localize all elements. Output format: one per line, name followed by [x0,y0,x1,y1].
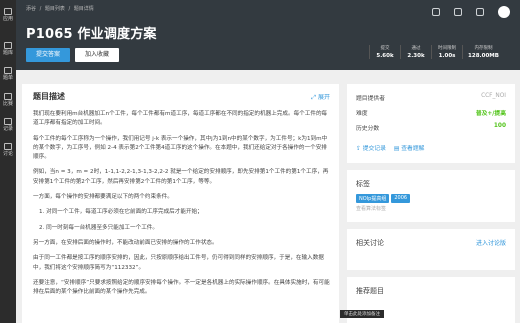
submit-record-label: 提交记录 [362,146,386,152]
stat-memory-limit: 内存限制 128.00MB [462,45,504,59]
breadcrumb: 添谷 / 题目列表 / 题目详情 [26,5,96,12]
page-title: P1065 作业调度方案 [26,27,157,42]
nav-label: 题库 [2,50,13,56]
paragraph: 另一方面，在安排后面的操作时，不能改动前面已安排的操作的工作状态。 [33,239,218,246]
stat-label: 内存限制 [474,46,493,51]
recommend-title: 推荐题目 [356,287,384,295]
provider-link[interactable]: CCF_NOI [481,93,506,102]
info-label: 题目提供者 [356,96,385,102]
avatar[interactable] [498,6,510,18]
expand-icon: ⤢ [311,94,317,101]
mail-icon[interactable] [476,8,484,16]
discussion-title: 相关讨论 [356,239,384,247]
breadcrumb-problem-list[interactable]: 题目列表 [45,6,65,12]
problem-stats: 提交 5.60k 通过 2.30k 时间限制 1.00s 内存限制 128.00… [369,45,504,59]
discussion-icon [4,143,12,150]
view-solution-label: 查看题解 [401,146,425,152]
message-icon[interactable] [454,8,462,16]
show-algorithm-tags[interactable]: 查看算法标签 [356,205,386,212]
problem-library-icon [4,42,12,49]
paragraph: 一方面，每个操作的安排都要满足以下的两个约束条件。 [33,194,173,201]
tag-list: NOIp提高组 2006 [356,194,411,203]
tags-card: 标签 NOIp提高组 2006 查看算法标签 [347,170,515,222]
stat-value: 128.00MB [468,53,499,59]
stat-label: 提交 [380,46,390,51]
problem-description-card: 题目描述 ⤢ 展开 我们现在要利用m台机器加工n个工件，每个工件都有m道工序，每… [22,84,339,323]
info-actions: ⇪ 提交记录 ▤ 查看题解 [356,143,424,152]
expand-button[interactable]: ⤢ 展开 [311,92,330,102]
problem-info-card: 题目提供者 CCF_NOI 难度 普及+/提高 历史分数 100 ⇪ 提交记录 … [347,84,515,163]
stat-time-limit: 时间限制 1.00s [431,45,462,59]
view-solution-link[interactable]: ▤ 查看题解 [394,143,425,152]
nav-item-apps[interactable]: 应用 [0,8,16,22]
difficulty-value: 普及+/提高 [475,111,506,117]
nav-item-contests[interactable]: 比赛 [0,93,16,107]
info-row-score: 历史分数 100 [356,123,506,132]
stat-value: 5.60k [376,53,394,59]
problem-list-icon [4,67,12,74]
info-label: 难度 [356,111,368,117]
book-icon: ▤ [393,146,400,152]
paragraph: 我们现在要利用m台机器加工n个工件，每个工件都有m道工序，每道工序都在不同的指定… [33,111,328,127]
tag[interactable]: NOIp提高组 [356,194,390,203]
nav-label: 题单 [2,75,13,81]
nav-label: 应用 [2,16,13,22]
top-toolbar [432,6,510,18]
stat-value: 1.00s [438,53,456,59]
breadcrumb-sep: / [39,6,42,12]
nav-label: 讨论 [2,151,13,157]
stat-submissions: 提交 5.60k [369,45,400,59]
upload-icon: ⇪ [356,146,361,152]
nav-item-problems[interactable]: 题库 [0,42,16,56]
records-icon [4,118,12,125]
left-sidebar: 应用 题库 题单 比赛 记录 讨论 [0,0,16,323]
discussion-card: 相关讨论 进入讨论版 [347,229,515,270]
add-favorite-button[interactable]: 加入收藏 [75,48,119,62]
stat-accepted: 通过 2.30k [400,45,431,59]
stat-label: 通过 [411,46,421,51]
submit-answer-button[interactable]: 提交答案 [26,48,70,62]
info-row-provider: 题目提供者 CCF_NOI [356,93,506,102]
list-item: 2. 同一时刻每一台机器至多只能加工一个工件。 [39,224,158,231]
contest-icon [4,93,12,100]
paragraph: 每个工件的每个工序称为一个操作，我们用记号 j-k 表示一个操作，其中j为1到n… [33,135,328,161]
paragraph: 还要注意，“安排顺序”只要求按照给定的顺序安排每个操作。不一定是各机器上的实际操… [33,279,330,296]
paragraph: 例如，当n = 3，m = 2时，1-1,1-2,2-1,3-1,3-2,2-2… [33,169,329,185]
paragraph: 由于同一工件都是按工序的顺序安排的，因此，只按原顺序给出工件号，仍可得到同样的安… [33,255,324,271]
breadcrumb-current: 题目详情 [73,6,94,12]
info-row-difficulty: 难度 普及+/提高 [356,108,506,117]
breadcrumb-home[interactable]: 添谷 [26,6,36,12]
nav-label: 比赛 [2,101,13,107]
stat-label: 时间限制 [438,46,456,51]
score-value: 100 [493,123,506,129]
section-heading: 题目描述 [33,92,65,101]
tags-title: 标签 [356,180,370,188]
expand-label: 展开 [317,94,330,101]
stat-value: 2.30k [407,53,425,59]
notification-icon[interactable] [432,8,440,16]
submit-record-link[interactable]: ⇪ 提交记录 [356,143,386,152]
apps-icon [4,8,12,15]
problem-header: 添谷 / 题目列表 / 题目详情 P1065 作业调度方案 提交答案 加入收藏 … [16,0,520,70]
info-label: 历史分数 [356,126,380,132]
nav-label: 记录 [2,126,13,132]
tooltip: 单击此处添加备注 [340,310,384,318]
list-item: 1. 对同一个工件，每道工序必须在它前面的工序完成后才能开始； [39,209,203,216]
nav-item-records[interactable]: 记录 [0,118,16,132]
nav-item-discussions[interactable]: 讨论 [0,143,16,157]
problem-body: 我们现在要利用m台机器加工n个工件，每个工件都有m道工序，每道工序都在不同的指定… [33,110,331,303]
nav-item-problem-lists[interactable]: 题单 [0,67,16,81]
tag[interactable]: 2006 [391,194,411,203]
breadcrumb-sep: / [68,6,71,12]
enter-discussion-link[interactable]: 进入讨论版 [476,238,506,247]
